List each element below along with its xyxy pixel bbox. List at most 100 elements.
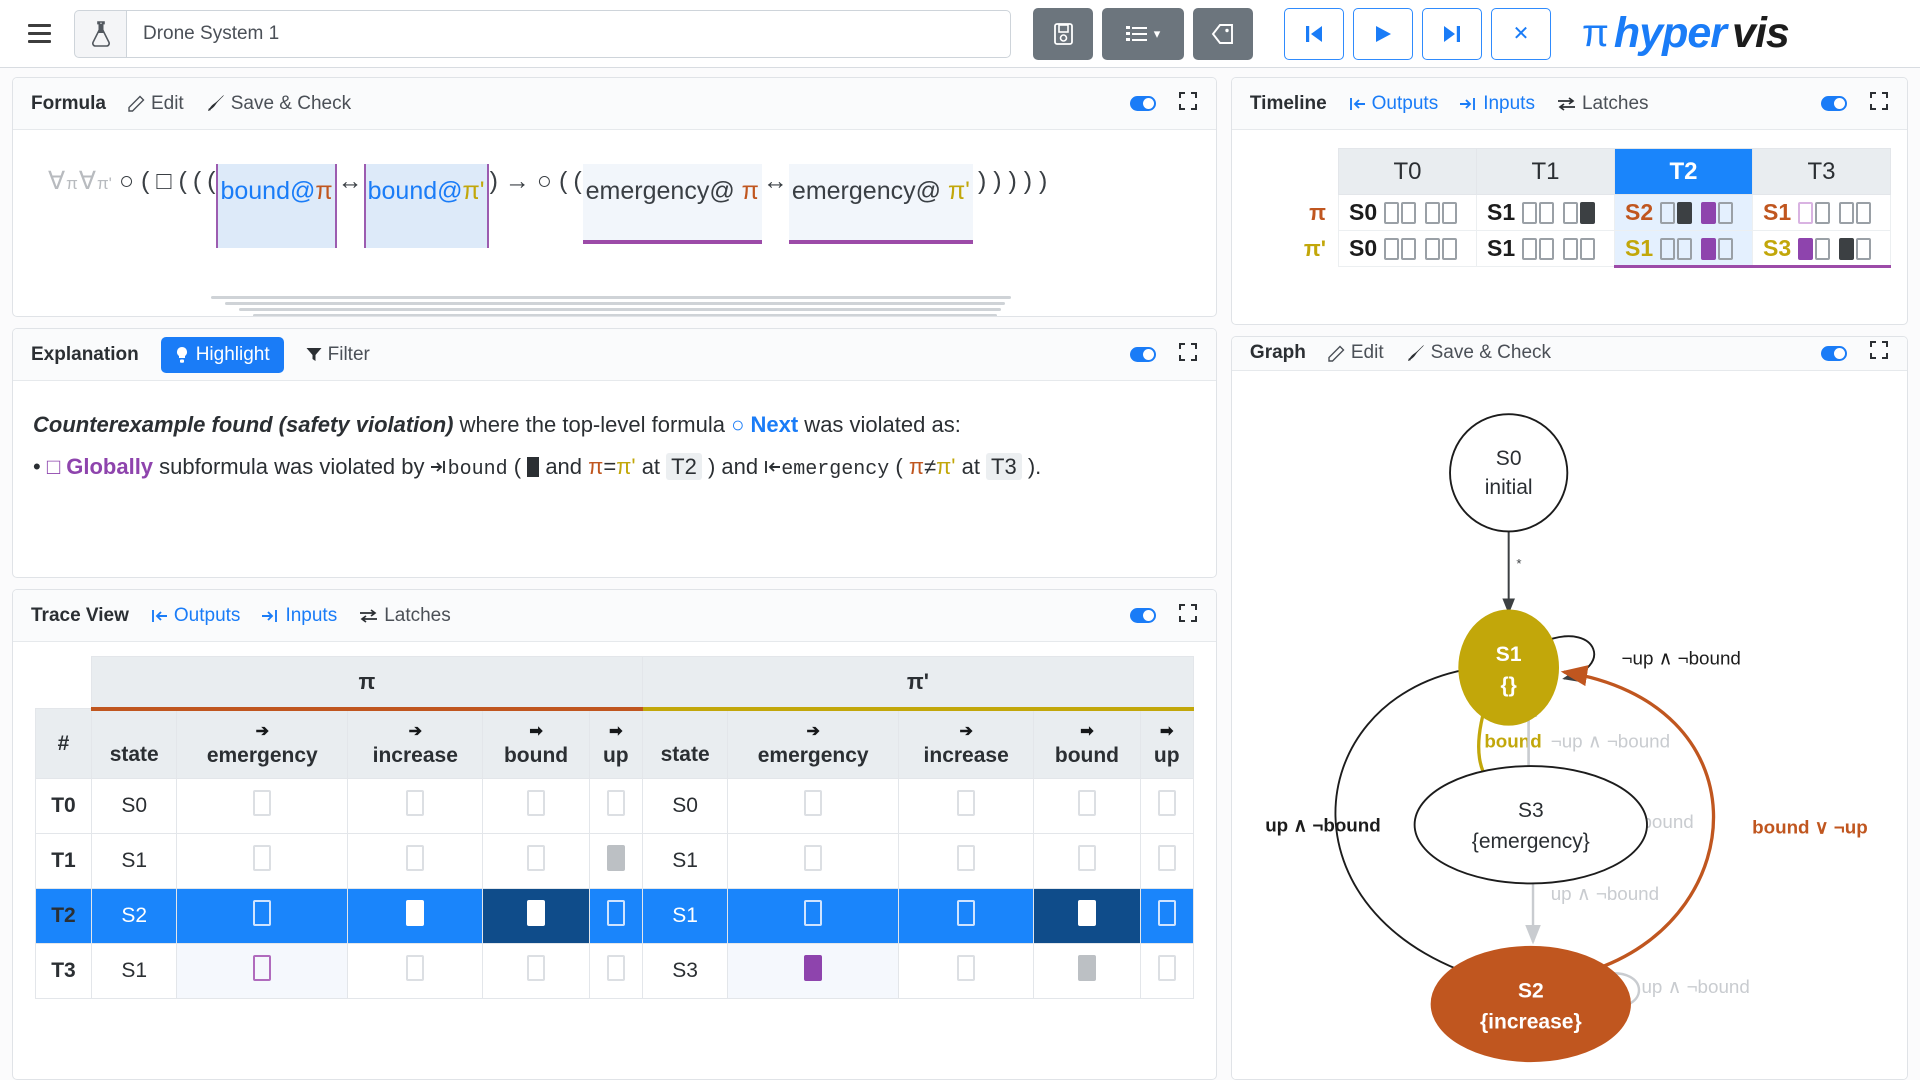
trace-cell-bound[interactable] [482,833,590,889]
list-dropdown-button[interactable]: ▾ [1102,7,1184,60]
trace-cell-emergency[interactable] [727,943,900,999]
formula-atom-bound-pi2[interactable]: bound@π' [363,164,489,248]
timeline-cell[interactable]: S1 [1476,230,1615,267]
graph-save-check-button[interactable]: Save & Check [1406,342,1551,364]
formula-visibility-toggle[interactable] [1129,96,1156,111]
table-row[interactable]: T0 S0 S0 [35,778,1194,834]
timeline-col-T1[interactable]: T1 [1476,148,1615,195]
timeline-expand-icon[interactable] [1869,91,1889,117]
trace-latches-filter[interactable]: Latches [359,605,451,627]
trace-cell-increase[interactable] [347,778,484,834]
system-name-input[interactable] [126,9,1011,58]
timeline-cell[interactable]: S2 [1614,194,1753,231]
formula-save-check-label: Save & Check [230,92,352,114]
timeline-cell[interactable]: S3 [1752,230,1891,268]
trace-cell-emergency[interactable] [176,943,349,999]
table-row[interactable]: T3 S1 S3 [35,943,1194,999]
formula-save-check-button[interactable]: Save & Check [206,93,351,115]
trace-cell-increase[interactable] [898,778,1035,834]
timeline-inputs-filter[interactable]: Inputs [1460,93,1535,115]
trace-cell-increase[interactable] [347,833,484,889]
trace-cell-up[interactable] [1139,888,1194,944]
trace-cell-up[interactable] [588,888,643,944]
trace-expand-icon[interactable] [1178,603,1198,629]
table-row[interactable]: T2 S2 S1 [35,888,1194,944]
graph-node-s1[interactable]: S1 {} [1458,609,1559,726]
timeline-visibility-toggle[interactable] [1821,96,1847,111]
trace-cell-bound[interactable] [1033,778,1141,834]
state-machine-graph[interactable]: * ¬up ∧ ¬bound bound ¬up ∧ ¬bound bound … [1232,371,1907,1079]
timeline-cell[interactable]: S0 [1338,194,1477,231]
timeline-value-box [1839,202,1855,224]
highlight-label: Highlight [195,343,270,365]
table-row[interactable]: T1 S1 S1 [35,833,1194,889]
trace-cell-increase[interactable] [347,888,484,944]
highlight-toggle-button[interactable]: Highlight [160,336,284,373]
value-box [527,955,546,981]
hamburger-menu-icon[interactable] [22,17,56,51]
graph-node-s3[interactable]: S3 {emergency} [1413,764,1648,885]
trace-cell-up[interactable] [588,778,643,834]
tag-button[interactable] [1193,7,1253,60]
timeline-col-T3[interactable]: T3 [1752,148,1891,195]
timeline-col-T0[interactable]: T0 [1338,148,1477,195]
play-button[interactable] [1353,7,1413,60]
value-box [1077,790,1096,816]
graph-edit-button[interactable]: Edit [1328,342,1384,364]
graph-visibility-toggle[interactable] [1821,345,1847,361]
formula-edit-button[interactable]: Edit [128,93,184,115]
trace-cell-up[interactable] [1139,778,1194,834]
explanation-visibility-toggle[interactable] [1129,347,1156,362]
scope-underline-grey-3 [239,307,1001,311]
trace-cell-up[interactable] [1139,833,1194,889]
graph-expand-icon[interactable] [1869,340,1889,366]
trace-cell-up[interactable] [588,943,643,999]
formula-body: ∀ π ∀ π' ○ ( □ ( ( ( bound@π ↔ bound@π' ) [13,130,1216,316]
timeline-col-T2[interactable]: T2 [1614,148,1753,195]
explanation-time-t2[interactable]: T2 [666,452,702,480]
trace-cell-emergency[interactable] [176,778,349,834]
trace-cell-emergency[interactable] [176,833,349,889]
step-last-button[interactable] [1422,7,1482,60]
timeline-outputs-filter[interactable]: Outputs [1349,93,1438,115]
trace-cell-emergency[interactable] [727,833,900,889]
close-button[interactable]: ✕ [1491,7,1551,60]
timeline-cell[interactable]: S1 [1476,194,1615,231]
graph-node-s0[interactable]: S0 initial [1449,412,1569,533]
trace-visibility-toggle[interactable] [1129,608,1156,623]
trace-inputs-filter[interactable]: Inputs [262,605,337,627]
explanation-expand-icon[interactable] [1178,342,1198,368]
trace-cell-up[interactable] [1139,943,1194,999]
explanation-time-t3[interactable]: T3 [986,452,1022,480]
timeline-cell[interactable]: S1 [1614,230,1753,268]
trace-cell-emergency[interactable] [176,888,349,944]
filter-button[interactable]: Filter [306,344,370,366]
timeline-cell[interactable]: S1 [1752,194,1891,231]
value-box [957,845,976,871]
formula-atom-emergency-pi2[interactable]: emergency@ π' [788,164,973,244]
trace-cell-bound[interactable] [482,888,590,944]
save-button[interactable] [1033,7,1093,60]
graph-canvas[interactable]: * ¬up ∧ ¬bound bound ¬up ∧ ¬bound bound … [1231,370,1907,1079]
trace-cell-emergency[interactable] [727,888,900,944]
trace-cell-bound[interactable] [482,778,590,834]
trace-cell-increase[interactable] [347,943,484,999]
graph-node-s2[interactable]: S2 {increase} [1430,945,1631,1062]
trace-cell-emergency[interactable] [727,778,900,834]
timeline-latches-filter[interactable]: Latches [1557,93,1649,115]
trace-cell-bound[interactable] [1033,833,1141,889]
trace-cell-increase[interactable] [898,888,1035,944]
trace-cell-up[interactable] [588,833,643,889]
trace-cell-bound[interactable] [1033,943,1141,999]
formula-expand-icon[interactable] [1178,91,1198,117]
trace-cell-bound[interactable] [1033,888,1141,944]
formula-atom-bound-pi[interactable]: bound@π [216,164,337,248]
trace-cell-increase[interactable] [898,833,1035,889]
trace-outputs-filter[interactable]: Outputs [151,605,240,627]
trace-cell-bound[interactable] [482,943,590,999]
trace-cell-increase[interactable] [898,943,1035,999]
timeline-cell[interactable]: S0 [1338,230,1477,267]
step-first-button[interactable] [1284,7,1344,60]
formula-atom-emergency-pi[interactable]: emergency@ π [582,164,762,244]
formula-expression[interactable]: ∀ π ∀ π' ○ ( □ ( ( ( bound@π ↔ bound@π' ) [31,164,1198,248]
